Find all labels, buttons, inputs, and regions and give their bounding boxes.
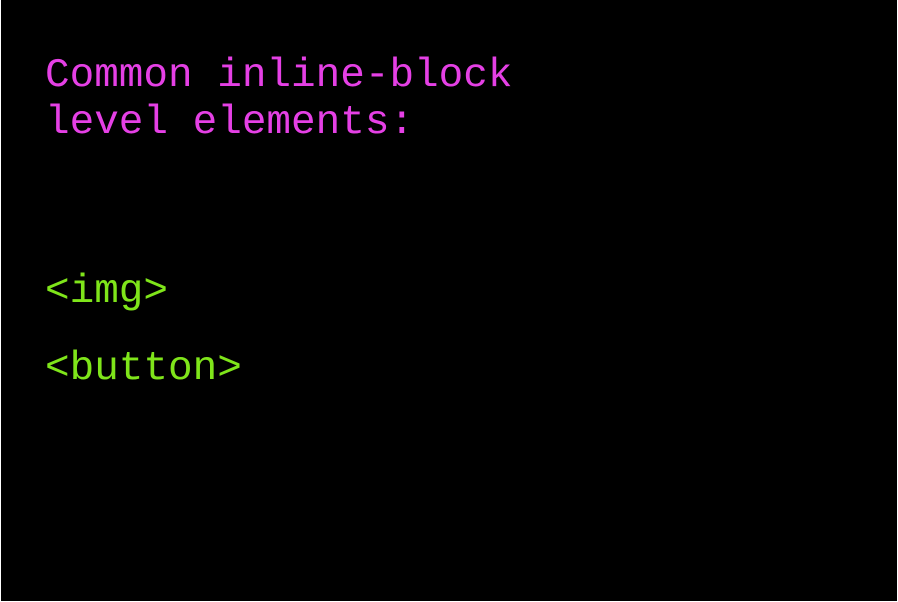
heading-line-1: Common inline-block bbox=[45, 53, 513, 99]
slide: Common inline-block level elements: <img… bbox=[1, 0, 897, 601]
list-item-button-tag: <button> bbox=[45, 346, 242, 392]
slide-heading: Common inline-block level elements: bbox=[45, 53, 512, 147]
list-item-img-tag: <img> bbox=[45, 269, 169, 315]
heading-line-2: level elements: bbox=[45, 100, 415, 146]
